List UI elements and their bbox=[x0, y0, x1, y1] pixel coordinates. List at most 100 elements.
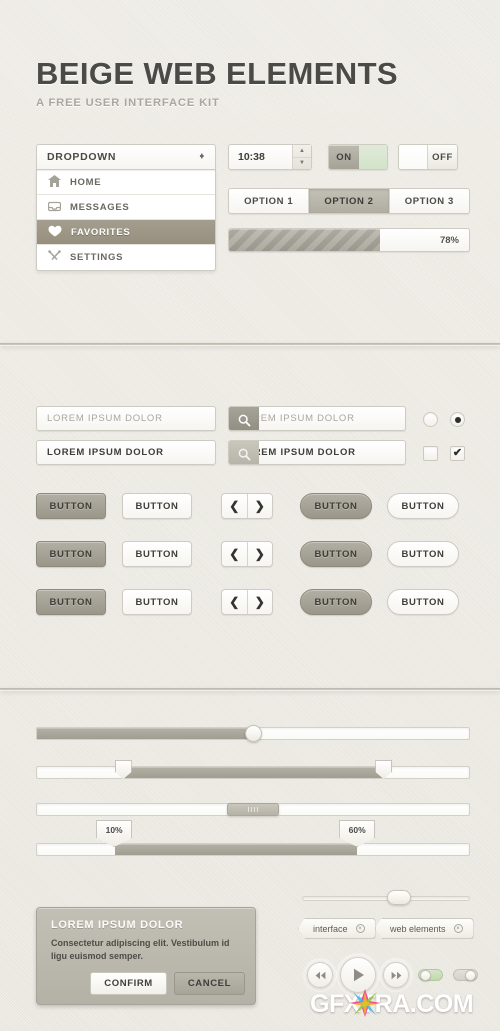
volume-slider[interactable] bbox=[302, 896, 470, 901]
button-gray-pill[interactable]: BUTTON bbox=[300, 541, 372, 567]
dialog-actions: CONFIRM CANCEL bbox=[90, 972, 245, 995]
slider-labeled-range[interactable] bbox=[36, 843, 470, 856]
next-arrow-icon[interactable]: ❯ bbox=[248, 494, 273, 518]
dropdown-item-label: HOME bbox=[70, 176, 102, 188]
search-input-filled[interactable]: LOREM IPSUM DOLOR bbox=[228, 440, 406, 465]
watermark-text: GFXTRA.COM bbox=[310, 990, 474, 1018]
slider-labeled-fill bbox=[114, 844, 357, 855]
close-icon[interactable]: × bbox=[453, 924, 463, 933]
toggle-on-track bbox=[359, 145, 387, 169]
segmented-control[interactable]: OPTION 1 OPTION 2 OPTION 3 bbox=[228, 188, 470, 214]
watermark-logo-icon bbox=[349, 989, 381, 1017]
toggle-on-knob: ON bbox=[329, 145, 359, 169]
time-spinner[interactable]: 10:38 ▲ ▼ bbox=[228, 144, 312, 170]
checkbox-checked[interactable]: ✔ bbox=[450, 446, 465, 461]
page-title: BEIGE WEB ELEMENTS bbox=[36, 56, 399, 91]
pager-buttons[interactable]: ❮ ❯ bbox=[221, 589, 273, 615]
dropdown[interactable]: DROPDOWN ▲ ▼ HOME MESSAGES FAVORITES SET… bbox=[36, 144, 216, 271]
button-gray-rect[interactable]: BUTTON bbox=[36, 589, 106, 615]
tab-option-1[interactable]: OPTION 1 bbox=[229, 189, 310, 213]
next-arrow-icon[interactable]: ❯ bbox=[248, 590, 273, 614]
dropdown-item-label: SETTINGS bbox=[70, 252, 124, 263]
slider-single-fill bbox=[37, 728, 253, 739]
toggle-on[interactable]: ON bbox=[328, 144, 388, 170]
cancel-button[interactable]: CANCEL bbox=[173, 972, 245, 995]
search-input-placeholder[interactable]: LOREM IPSUM DOLOR bbox=[228, 406, 406, 431]
button-white-rect[interactable]: BUTTON bbox=[122, 493, 192, 519]
volume-slider-handle[interactable] bbox=[387, 890, 412, 905]
tab-option-3[interactable]: OPTION 3 bbox=[390, 189, 469, 213]
button-white-pill[interactable]: BUTTON bbox=[387, 589, 459, 615]
pager-buttons[interactable]: ❮ ❯ bbox=[221, 541, 273, 567]
dropdown-item-label: FAVORITES bbox=[71, 226, 131, 238]
forward-button[interactable] bbox=[383, 962, 409, 988]
spinner-value[interactable]: 10:38 bbox=[229, 151, 292, 163]
button-gray-rect[interactable]: BUTTON bbox=[36, 493, 106, 519]
dropdown-item-settings[interactable]: SETTINGS bbox=[37, 245, 215, 270]
button-white-pill[interactable]: BUTTON bbox=[387, 493, 459, 519]
search-icon[interactable] bbox=[229, 407, 259, 430]
toggle-off[interactable]: OFF bbox=[398, 144, 458, 170]
prev-arrow-icon[interactable]: ❮ bbox=[222, 494, 248, 518]
search-icon[interactable] bbox=[229, 441, 259, 464]
section-divider-1 bbox=[0, 343, 500, 345]
dropdown-header[interactable]: DROPDOWN ▲ ▼ bbox=[36, 144, 216, 170]
next-arrow-icon[interactable]: ❯ bbox=[248, 542, 273, 566]
radio-dot bbox=[454, 416, 461, 423]
tools-icon bbox=[48, 250, 61, 265]
dropdown-item-label: MESSAGES bbox=[70, 201, 130, 213]
button-white-pill[interactable]: BUTTON bbox=[387, 541, 459, 567]
page-subtitle: A FREE USER INTERFACE KIT bbox=[36, 97, 220, 109]
tag-interface[interactable]: interface × bbox=[298, 918, 376, 939]
close-icon[interactable]: × bbox=[355, 924, 365, 933]
progress-bar: 78% bbox=[228, 228, 470, 252]
text-input-placeholder[interactable]: LOREM IPSUM DOLOR bbox=[36, 406, 216, 431]
tab-option-2[interactable]: OPTION 2 bbox=[309, 189, 390, 213]
mini-toggle-knob bbox=[420, 969, 431, 981]
home-icon bbox=[48, 174, 61, 190]
prev-arrow-icon[interactable]: ❮ bbox=[222, 590, 248, 614]
confirm-button[interactable]: CONFIRM bbox=[90, 972, 167, 995]
watermark: GFXTRA.COM bbox=[310, 989, 474, 1019]
inbox-icon bbox=[47, 200, 62, 215]
mini-toggle-gray[interactable] bbox=[453, 969, 478, 981]
spinner-buttons[interactable]: ▲ ▼ bbox=[292, 145, 311, 169]
progress-label: 78% bbox=[439, 234, 459, 246]
button-gray-rect[interactable]: BUTTON bbox=[36, 541, 106, 567]
radio-unchecked[interactable] bbox=[423, 412, 438, 427]
toggle-off-knob: OFF bbox=[427, 145, 457, 169]
button-white-rect[interactable]: BUTTON bbox=[122, 541, 192, 567]
pager-buttons[interactable]: ❮ ❯ bbox=[221, 493, 273, 519]
spinner-down-icon[interactable]: ▼ bbox=[293, 158, 311, 170]
button-white-rect[interactable]: BUTTON bbox=[122, 589, 192, 615]
tag-label: web elements bbox=[390, 923, 446, 934]
dropdown-stepper-icon[interactable]: ▲ ▼ bbox=[198, 152, 206, 161]
dropdown-list: HOME MESSAGES FAVORITES SETTINGS bbox=[36, 170, 216, 271]
mini-toggle-knob bbox=[465, 969, 476, 981]
text-input-filled[interactable]: LOREM IPSUM DOLOR bbox=[36, 440, 216, 465]
tag-label: interface bbox=[313, 923, 348, 934]
spinner-up-icon[interactable]: ▲ bbox=[293, 145, 311, 158]
rewind-button[interactable] bbox=[307, 962, 333, 988]
mini-toggle-green[interactable] bbox=[418, 969, 443, 981]
button-gray-pill[interactable]: BUTTON bbox=[300, 493, 372, 519]
toggle-off-track bbox=[399, 145, 427, 169]
slider-grip-handle[interactable] bbox=[227, 803, 279, 816]
checkbox-unchecked[interactable] bbox=[423, 446, 438, 461]
button-gray-pill[interactable]: BUTTON bbox=[300, 589, 372, 615]
tag-web-elements[interactable]: web elements × bbox=[375, 918, 474, 939]
prev-arrow-icon[interactable]: ❮ bbox=[222, 542, 248, 566]
dialog-body: Consectetur adipiscing elit. Vestibulum … bbox=[51, 938, 230, 962]
heart-icon bbox=[48, 225, 62, 240]
slider-range[interactable] bbox=[36, 766, 470, 779]
page-header: BEIGE WEB ELEMENTS A FREE USER INTERFACE… bbox=[36, 58, 398, 109]
radio-checked[interactable] bbox=[450, 412, 465, 427]
slider-single-handle[interactable] bbox=[245, 725, 262, 742]
progress-fill bbox=[229, 229, 381, 251]
dropdown-item-home[interactable]: HOME bbox=[37, 170, 215, 195]
slider-range-fill bbox=[123, 767, 383, 778]
dropdown-item-favorites[interactable]: FAVORITES bbox=[37, 220, 215, 245]
dropdown-item-messages[interactable]: MESSAGES bbox=[37, 195, 215, 220]
dialog: LOREM IPSUM DOLOR Consectetur adipiscing… bbox=[36, 907, 256, 1005]
section-divider-2 bbox=[0, 688, 500, 690]
